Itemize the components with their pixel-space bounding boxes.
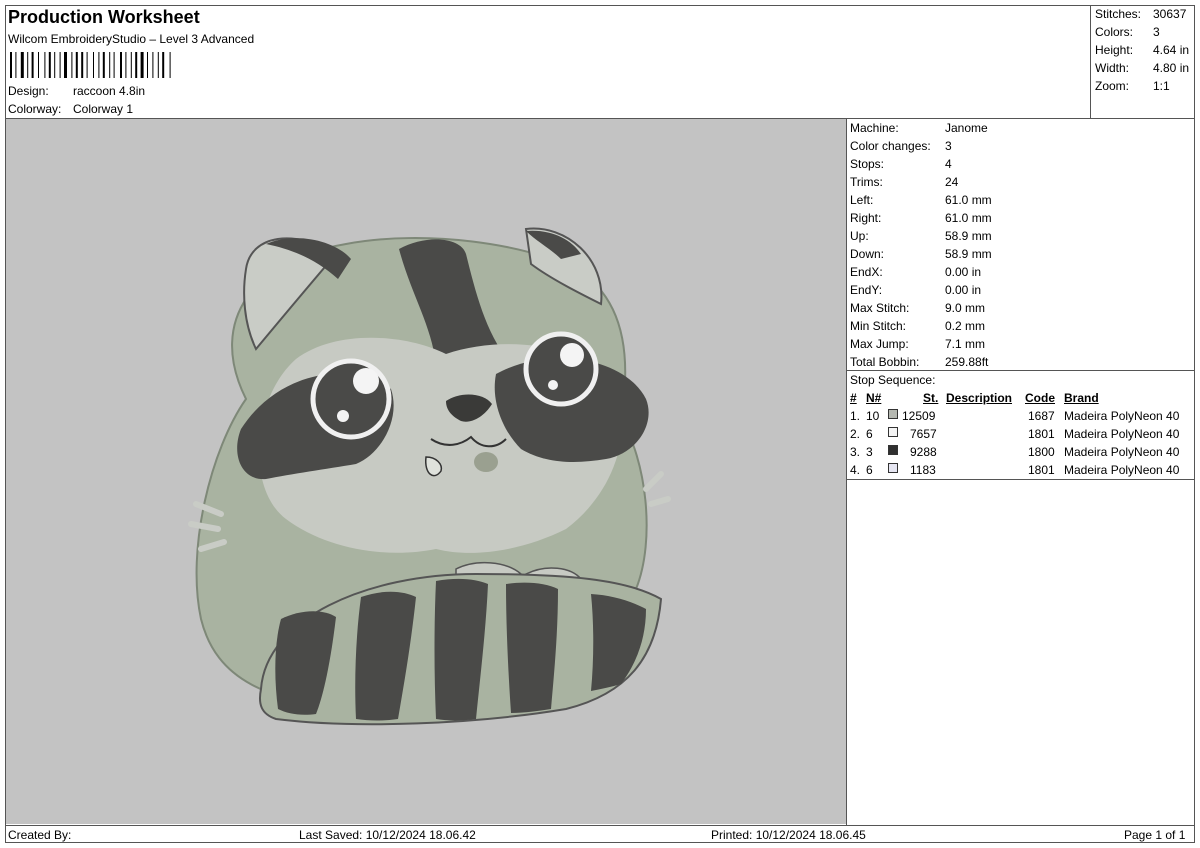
footer-printed: Printed: 10/12/2024 18.06.45 [711,828,866,842]
row-index: 3. [850,445,861,459]
summary-label: Stitches: [1095,7,1142,21]
detail-label: EndX: [850,265,883,279]
detail-label: EndY: [850,283,883,297]
detail-value: Janome [945,121,988,135]
stop-table-end-divider [846,479,1195,480]
row-stitches: 1183 [910,463,936,477]
row-brand: Madeira PolyNeon 40 [1064,427,1180,441]
footer-page-number: Page 1 of 1 [1124,828,1186,842]
summary-divider [1090,5,1091,118]
design-canvas [6,119,846,824]
color-swatch [888,427,898,437]
column-header-brand: Brand [1064,391,1099,405]
barcode-image [10,52,171,78]
detail-label: Machine: [850,121,899,135]
summary-label: Colors: [1095,25,1134,39]
detail-value: 0.00 in [945,283,982,297]
colorway-value: Colorway 1 [73,102,134,116]
detail-value: 24 [945,175,959,189]
column-header-n: N# [866,391,882,405]
detail-label: Trims: [850,175,883,189]
row-stitches: 12509 [902,409,936,423]
detail-label: Max Stitch: [850,301,910,315]
detail-value: 7.1 mm [945,337,986,351]
row-index: 4. [850,463,861,477]
detail-label: Color changes: [850,139,931,153]
detail-label: Down: [850,247,885,261]
software-name: Wilcom EmbroideryStudio – Level 3 Advanc… [8,32,255,46]
raccoon-embroidery-image [188,227,671,726]
detail-value: 259.88ft [945,355,989,369]
summary-label: Height: [1095,43,1134,57]
summary-label: Width: [1095,61,1130,75]
detail-label: Up: [850,229,869,243]
colorway-label: Colorway: [8,102,62,116]
row-needle: 3 [866,445,873,459]
detail-label: Right: [850,211,882,225]
row-stitches: 7657 [910,427,937,441]
column-header-code: Code [1025,391,1055,405]
color-swatch [888,463,898,473]
canvas-divider [846,118,847,825]
row-index: 1. [850,409,861,423]
detail-value: 4 [945,157,952,171]
detail-value: 61.0 mm [945,211,992,225]
row-brand: Madeira PolyNeon 40 [1064,409,1180,423]
detail-value: 3 [945,139,952,153]
row-brand: Madeira PolyNeon 40 [1064,445,1180,459]
color-swatch [888,409,898,419]
detail-label: Left: [850,193,874,207]
detail-value: 58.9 mm [945,247,992,261]
summary-value: 4.64 in [1153,43,1190,57]
row-needle: 6 [866,463,873,477]
row-code: 1801 [1028,427,1055,441]
row-needle: 6 [866,427,873,441]
column-header-description: Description [946,391,1013,405]
stop-sequence-divider [846,370,1195,371]
summary-value: 4.80 in [1153,61,1190,75]
summary-value: 30637 [1153,7,1187,21]
column-header-num: # [850,391,857,405]
design-label: Design: [8,84,49,98]
column-header-st: St. [923,391,939,405]
detail-value: 9.0 mm [945,301,986,315]
row-needle: 10 [866,409,880,423]
footer-divider [5,825,1195,826]
footer-created-by: Created By: [8,828,72,842]
detail-value: 61.0 mm [945,193,992,207]
row-brand: Madeira PolyNeon 40 [1064,463,1180,477]
summary-value: 3 [1153,25,1160,39]
summary-value: 1:1 [1153,79,1170,93]
footer-last-saved: Last Saved: 10/12/2024 18.06.42 [299,828,476,842]
row-index: 2. [850,427,861,441]
summary-label: Zoom: [1095,79,1130,93]
page-title: Production Worksheet [8,7,200,27]
detail-value: 0.00 in [945,265,982,279]
detail-label: Min Stitch: [850,319,907,333]
stop-sequence-title: Stop Sequence: [850,373,936,387]
color-swatch [888,445,898,455]
detail-label: Total Bobbin: [850,355,920,369]
detail-label: Stops: [850,157,885,171]
row-code: 1800 [1028,445,1055,459]
detail-label: Max Jump: [850,337,909,351]
row-code: 1801 [1028,463,1055,477]
row-stitches: 9288 [910,445,937,459]
detail-value: 0.2 mm [945,319,986,333]
detail-value: 58.9 mm [945,229,992,243]
row-code: 1687 [1028,409,1055,423]
design-value: raccoon 4.8in [73,84,146,98]
